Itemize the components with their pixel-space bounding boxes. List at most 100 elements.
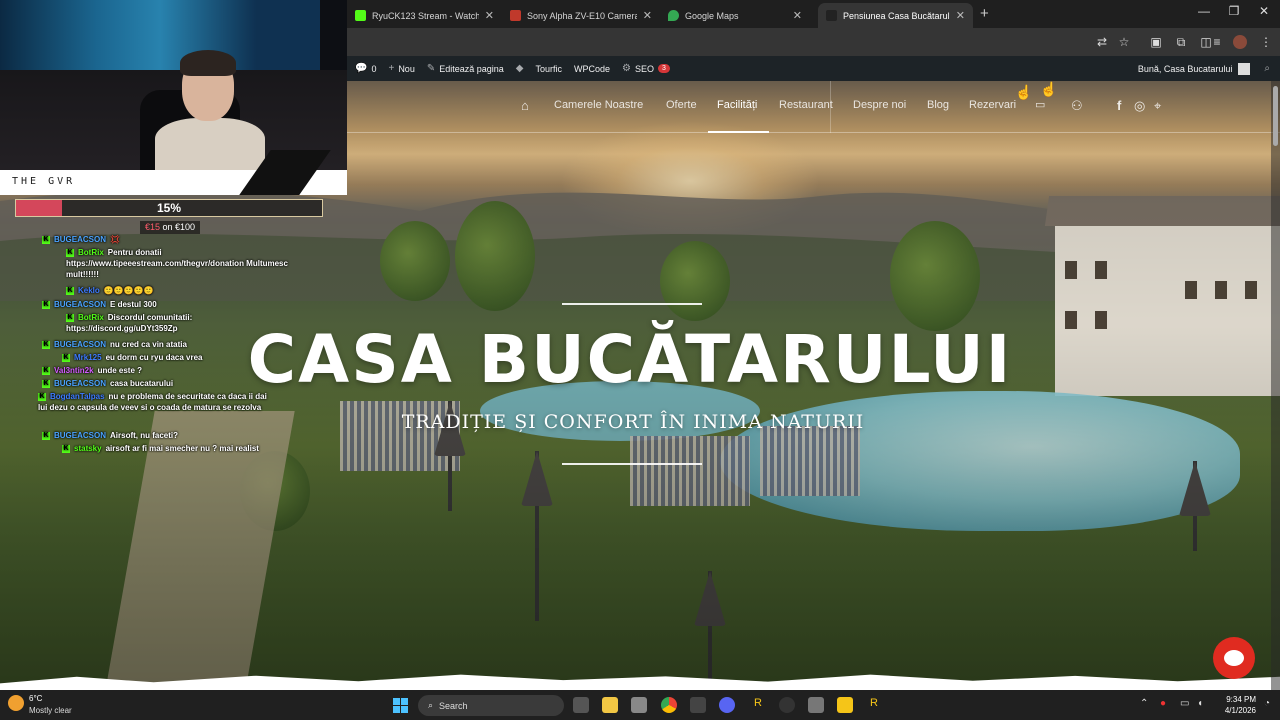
close-tab-icon[interactable]: ✕	[956, 9, 965, 22]
chat-bubble-icon	[1224, 650, 1244, 666]
calendar-icon[interactable]: ▭	[1035, 98, 1045, 111]
app-icon[interactable]	[779, 697, 795, 713]
chat-message: Kstatsky airsoft ar fi mai smecher nu ? m…	[62, 444, 259, 453]
screen: RyuCK123 Stream - Watch Live ✕ Sony Alph…	[0, 0, 1280, 720]
tray-chevron-icon[interactable]: ⌃	[1140, 698, 1148, 709]
seo-badge: 3	[658, 64, 670, 73]
page-scrollbar[interactable]	[1271, 81, 1280, 690]
hero-divider-top	[562, 303, 702, 305]
close-tab-icon[interactable]: ✕	[485, 9, 494, 22]
instagram-icon[interactable]: ◎	[1134, 98, 1145, 114]
minimize-button[interactable]: —	[1189, 4, 1219, 18]
chat-message: K BotRix Discordul comunitatii: https://di…	[66, 313, 193, 333]
menu-list-icon[interactable]: ≡	[1209, 34, 1225, 50]
settings-icon[interactable]	[808, 697, 824, 713]
live-chat-button[interactable]	[1213, 637, 1255, 679]
chat-message: K Keklo 🙂🙂🙂🙂🙂	[66, 286, 154, 295]
discord-icon[interactable]	[719, 697, 735, 713]
nav-camerele-noastre[interactable]: Camerele Noastre	[554, 99, 643, 111]
volume-icon[interactable]: ◖	[1197, 698, 1203, 709]
nav-rezervari[interactable]: Rezervari	[969, 99, 1016, 111]
browser-toolbar: ⇄ ☆ ▣ ⧉ ◫ ≡ ⋮	[347, 28, 1280, 56]
comments-link[interactable]: 💬 0	[347, 63, 382, 74]
taskbar-search[interactable]: ⌕ Search	[418, 695, 564, 716]
chrome-icon[interactable]	[661, 697, 677, 713]
edit-page-link[interactable]: ✎ Editează pagina	[421, 63, 510, 74]
nav-restaurant[interactable]: Restaurant	[779, 99, 833, 111]
nav-oferte[interactable]: Oferte	[666, 99, 697, 111]
bookmark-star-icon[interactable]: ☆	[1116, 34, 1132, 50]
kick-badge-icon: K	[62, 444, 70, 453]
task-view-icon[interactable]	[573, 697, 589, 713]
microphone-icon[interactable]: ●	[1160, 698, 1166, 709]
active-nav-underline	[708, 131, 769, 133]
nav-despre-noi[interactable]: Despre noi	[853, 99, 906, 111]
goal-percent: 15%	[156, 201, 182, 215]
tab-google-maps[interactable]: Google Maps ✕	[660, 3, 810, 28]
weather-description[interactable]: Mostly clear	[29, 706, 72, 715]
home-icon[interactable]: ⌂	[521, 98, 529, 113]
app-active-icon[interactable]	[837, 697, 853, 713]
app-icon[interactable]	[690, 697, 706, 713]
wpcode-link[interactable]: WPCode	[568, 64, 616, 74]
comment-icon: 💬	[355, 63, 368, 74]
file-explorer-icon[interactable]	[602, 697, 618, 713]
close-window-button[interactable]: ✕	[1249, 4, 1279, 18]
kick-badge-icon: K	[62, 353, 70, 362]
webcam-overlay: THE GVR	[0, 0, 347, 195]
kick-badge-icon: K	[42, 366, 50, 375]
start-button-icon[interactable]	[393, 698, 408, 713]
browser-tab-bar: RyuCK123 Stream - Watch Live ✕ Sony Alph…	[347, 0, 1280, 28]
app-icon[interactable]	[631, 697, 647, 713]
tourfic-link[interactable]: Tourfic	[529, 64, 568, 74]
nav-facilitati[interactable]: Facilități	[717, 99, 757, 111]
hero-divider-bottom	[562, 463, 702, 465]
app-r-icon[interactable]: R	[866, 697, 882, 713]
taskbar-clock[interactable]: 9:34 PM 4/1/2026	[1216, 694, 1256, 716]
chat-message: K BUGEACSON casa bucatarului	[42, 379, 174, 388]
tab-casa-bucatarului[interactable]: Pensiunea Casa Bucătarului Băi ✕	[818, 3, 973, 28]
chat-message: K BotRix Pentru donatii https://www.tipeee…	[66, 248, 288, 279]
location-pin-icon[interactable]: ⌖	[1154, 98, 1161, 114]
network-icon[interactable]: ▭	[1180, 698, 1189, 709]
diamond-menu[interactable]: ◆	[510, 63, 530, 74]
chat-message: K BUGEACSON 💢	[42, 235, 120, 244]
seo-gear-icon: ⚙	[622, 63, 631, 74]
new-content-link[interactable]: + Nou	[382, 63, 420, 74]
scrollbar-thumb[interactable]	[1273, 86, 1278, 146]
wp-admin-bar: 💬 0 + Nou ✎ Editează pagina ◆ Tourfic WP…	[347, 56, 1280, 81]
account-avatar-icon[interactable]	[1238, 62, 1251, 75]
translate-icon[interactable]: ⇄	[1094, 34, 1110, 50]
tab-sony-camera[interactable]: Sony Alpha ZV-E10 Camera M ✕	[502, 3, 660, 28]
weather-moon-icon[interactable]	[8, 695, 24, 711]
kick-badge-icon: K	[42, 300, 50, 309]
notifications-icon[interactable]: ◔	[1264, 698, 1270, 709]
extensions-puzzle-icon[interactable]: ⧉	[1173, 34, 1189, 50]
site-navigation: ⌂ Camerele Noastre Oferte Facilități Res…	[347, 81, 1280, 133]
extension-icon[interactable]: ▣	[1148, 34, 1164, 50]
close-tab-icon[interactable]: ✕	[643, 9, 652, 22]
tab-ryuck-stream[interactable]: RyuCK123 Stream - Watch Live ✕	[347, 3, 502, 28]
search-icon[interactable]: ⌕	[1264, 63, 1270, 74]
close-tab-icon[interactable]: ✕	[793, 9, 802, 22]
new-tab-button[interactable]: +	[980, 5, 989, 22]
more-menu-icon[interactable]: ⋮	[1258, 34, 1274, 50]
kick-badge-icon: K	[42, 235, 50, 244]
facebook-icon[interactable]: f	[1117, 98, 1121, 113]
donation-goal-bar: 15%	[15, 199, 323, 217]
chat-message: K BUGEACSON Airsoft, nu faceti?	[42, 431, 179, 440]
site-favicon-icon	[826, 10, 837, 21]
account-greeting[interactable]: Bună, Casa Bucatarului	[1138, 64, 1233, 74]
goal-amount: €15 on €100	[140, 221, 200, 234]
mouse-cursor-icon: ☝	[1040, 81, 1058, 97]
user-icon[interactable]: ⚇	[1071, 98, 1083, 114]
profile-avatar-icon[interactable]	[1233, 35, 1247, 49]
app-r-icon[interactable]: R	[750, 697, 766, 713]
weather-temperature[interactable]: 6°C	[29, 694, 42, 703]
nav-blog[interactable]: Blog	[927, 99, 949, 111]
seo-link[interactable]: ⚙ SEO 3	[616, 63, 676, 74]
chat-message: K Val3ntin2k unde este ?	[42, 366, 143, 375]
kick-badge-icon: K	[42, 340, 50, 349]
restore-button[interactable]: ❐	[1219, 4, 1249, 18]
kick-favicon-icon	[355, 10, 366, 21]
